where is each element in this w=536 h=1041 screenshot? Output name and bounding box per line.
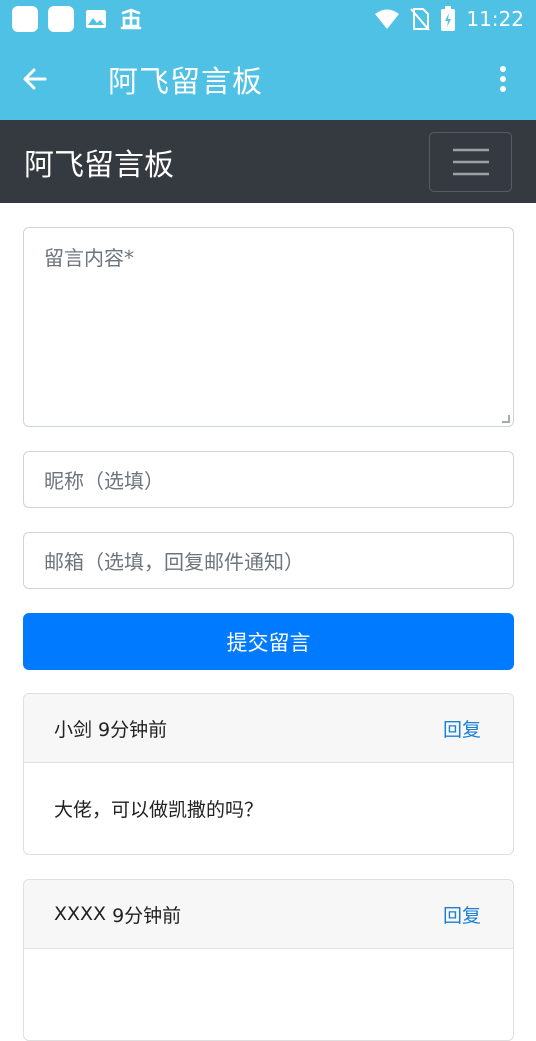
resize-handle-icon[interactable]	[502, 415, 510, 423]
status-right-icons: 11:22	[374, 6, 524, 32]
more-vert-icon	[500, 66, 506, 92]
content-placeholder: 留言内容*	[44, 246, 134, 270]
status-left-icons	[12, 6, 144, 32]
app-bar-title: 阿飞留言板	[108, 65, 263, 100]
more-options-button[interactable]	[470, 38, 536, 120]
hamburger-icon	[452, 148, 489, 175]
submit-message-button[interactable]: 提交留言	[23, 613, 514, 670]
arrow-left-icon	[23, 68, 47, 90]
battery-icon	[441, 6, 456, 31]
message-body	[24, 949, 513, 1040]
wifi-icon	[375, 9, 400, 29]
reply-link[interactable]: 回复	[443, 901, 481, 928]
site-navbar: 阿飞留言板	[0, 120, 536, 203]
message-time: 9分钟前	[112, 904, 182, 927]
notification-square-icon	[48, 6, 74, 32]
bug-icon	[120, 8, 142, 30]
message-card: XXXX 9分钟前 回复	[23, 879, 514, 1041]
nickname-placeholder: 昵称（选填）	[44, 469, 164, 493]
navbar-toggler-button[interactable]	[429, 131, 512, 192]
email-placeholder: 邮箱（选填，回复邮件通知）	[44, 550, 304, 574]
message-body: 大佬，可以做凯撒的吗？	[24, 763, 513, 854]
nickname-input[interactable]: 昵称（选填）	[23, 451, 514, 508]
submit-label: 提交留言	[226, 630, 311, 655]
message-card: 小剑 9分钟前 回复 大佬，可以做凯撒的吗？	[23, 693, 514, 855]
reply-link[interactable]: 回复	[443, 715, 481, 742]
message-header: XXXX 9分钟前 回复	[24, 880, 513, 949]
status-bar: 11:22	[0, 0, 536, 38]
message-author: 小剑	[54, 718, 93, 741]
message-time: 9分钟前	[98, 718, 168, 741]
message-content-textarea[interactable]: 留言内容*	[23, 227, 514, 427]
message-header: 小剑 9分钟前 回复	[24, 694, 513, 763]
email-input[interactable]: 邮箱（选填，回复邮件通知）	[23, 532, 514, 589]
navbar-brand[interactable]: 阿飞留言板	[24, 140, 174, 184]
no-sim-icon	[410, 8, 431, 31]
clock-time: 11:22	[466, 7, 524, 31]
notification-square-icon	[12, 6, 38, 32]
message-content: 大佬，可以做凯撒的吗？	[54, 799, 264, 821]
message-author: XXXX	[54, 903, 107, 925]
app-bar: 阿飞留言板	[0, 38, 536, 120]
image-icon	[86, 10, 106, 28]
message-form: 留言内容* 昵称（选填） 邮箱（选填，回复邮件通知） 提交留言	[23, 227, 514, 670]
back-button[interactable]	[0, 38, 70, 120]
